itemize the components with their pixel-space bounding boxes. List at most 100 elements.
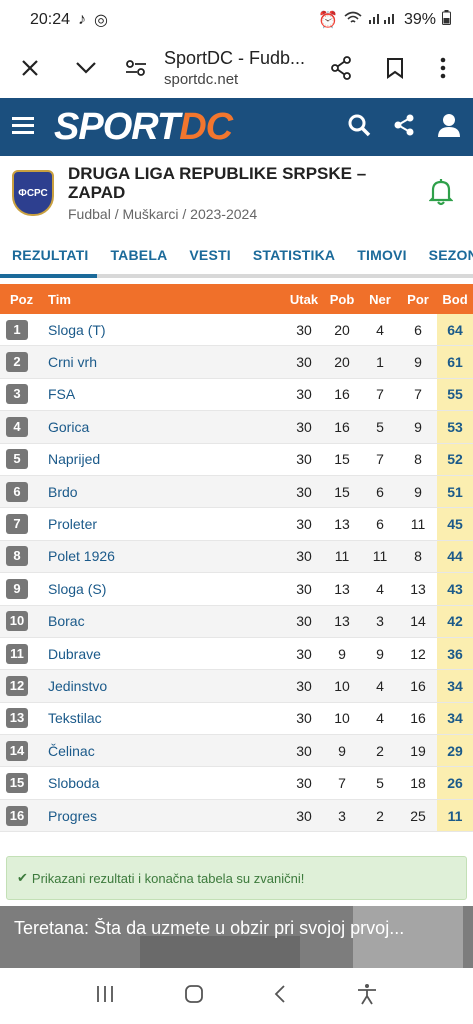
close-icon bbox=[22, 60, 38, 76]
team-name[interactable]: Čelinac bbox=[48, 743, 285, 759]
bookmark-button[interactable] bbox=[375, 48, 415, 88]
back-icon bbox=[274, 984, 285, 1003]
tab-vesti[interactable]: VESTI bbox=[189, 247, 230, 263]
position-cell: 11 bbox=[0, 643, 48, 664]
played-cell: 30 bbox=[296, 321, 312, 338]
team-name[interactable]: Brdo bbox=[48, 484, 285, 500]
table-row[interactable]: 14 Čelinac 30 9 2 19 29 bbox=[0, 735, 473, 768]
standings-table: Poz Tim Utak Pob Ner Por Bod 1 Sloga (T) 3… bbox=[0, 284, 473, 833]
tab-scroll-track bbox=[0, 274, 473, 278]
draws-cell: 9 bbox=[376, 645, 384, 662]
article-title: Teretana: Šta da uzmete u obzir pri svoj… bbox=[14, 918, 405, 939]
table-row[interactable]: 8 Polet 1926 30 11 11 8 44 bbox=[0, 540, 473, 574]
accessibility-icon bbox=[358, 983, 377, 1004]
played-cell: 30 bbox=[296, 742, 312, 759]
position-badge: 10 bbox=[6, 611, 28, 632]
home-button[interactable] bbox=[184, 984, 204, 1009]
points-cell: 55 bbox=[437, 378, 473, 411]
team-name[interactable]: Sloga (S) bbox=[48, 581, 285, 597]
col-poz: Poz bbox=[10, 291, 34, 307]
team-name[interactable]: FSA bbox=[48, 386, 285, 402]
table-row[interactable]: 12 Jedinstvo 30 10 4 16 34 bbox=[0, 670, 473, 703]
position-cell: 13 bbox=[0, 708, 48, 729]
wins-cell: 11 bbox=[334, 548, 350, 565]
team-name[interactable]: Gorica bbox=[48, 419, 285, 435]
losses-cell: 19 bbox=[410, 742, 426, 759]
battery-level: 39% bbox=[403, 11, 436, 28]
team-name[interactable]: Crni vrh bbox=[48, 354, 285, 370]
draws-cell: 6 bbox=[376, 483, 384, 500]
points-cell: 34 bbox=[437, 670, 473, 702]
position-badge: 9 bbox=[6, 578, 28, 599]
table-row[interactable]: 3 FSA 30 16 7 7 55 bbox=[0, 378, 473, 412]
logo-sport-text: SPORT bbox=[54, 105, 180, 148]
page-title-url[interactable]: SportDC - Fudb... sportdc.net bbox=[156, 48, 321, 88]
table-row[interactable]: 7 Proleter 30 13 6 11 45 bbox=[0, 508, 473, 541]
site-settings-button[interactable] bbox=[116, 48, 156, 88]
table-row[interactable]: 15 Sloboda 30 7 5 18 26 bbox=[0, 767, 473, 800]
user-icon bbox=[438, 113, 460, 137]
draws-cell: 11 bbox=[372, 548, 388, 565]
table-row[interactable]: 13 Tekstilac 30 10 4 16 34 bbox=[0, 702, 473, 736]
table-row[interactable]: 10 Borac 30 13 3 14 42 bbox=[0, 605, 473, 638]
close-tab-button[interactable] bbox=[10, 48, 50, 88]
menu-button[interactable] bbox=[12, 116, 34, 139]
table-row[interactable]: 4 Gorica 30 16 5 9 53 bbox=[0, 411, 473, 444]
position-badge: 7 bbox=[6, 514, 28, 535]
tab-rezultati[interactable]: REZULTATI bbox=[12, 247, 88, 263]
accessibility-button[interactable] bbox=[356, 983, 378, 1010]
team-name[interactable]: Borac bbox=[48, 613, 285, 629]
team-name[interactable]: Proleter bbox=[48, 516, 285, 532]
team-name[interactable]: Sloga (T) bbox=[48, 322, 285, 338]
table-row[interactable]: 11 Dubrave 30 9 9 12 36 bbox=[0, 637, 473, 671]
tab-tabela[interactable]: TABELA bbox=[110, 247, 167, 263]
position-cell: 12 bbox=[0, 675, 48, 696]
table-row[interactable]: 9 Sloga (S) 30 13 4 13 43 bbox=[0, 573, 473, 606]
search-button[interactable] bbox=[347, 113, 371, 142]
team-name[interactable]: Tekstilac bbox=[48, 710, 285, 726]
tab-timovi[interactable]: TIMOVI bbox=[357, 247, 406, 263]
points-cell: 44 bbox=[437, 540, 473, 573]
home-icon bbox=[184, 984, 203, 1003]
draws-cell: 6 bbox=[376, 516, 384, 533]
table-row[interactable]: 16 Progres 30 3 2 25 11 bbox=[0, 799, 473, 833]
played-cell: 30 bbox=[296, 677, 312, 694]
check-icon: ✔ bbox=[17, 870, 28, 886]
team-name[interactable]: Polet 1926 bbox=[48, 548, 285, 564]
team-name[interactable]: Jedinstvo bbox=[48, 678, 285, 694]
draws-cell: 4 bbox=[376, 710, 384, 727]
table-row[interactable]: 2 Crni vrh 30 20 1 9 61 bbox=[0, 346, 473, 379]
table-row[interactable]: 5 Naprijed 30 15 7 8 52 bbox=[0, 443, 473, 476]
team-name[interactable]: Dubrave bbox=[48, 646, 285, 662]
wins-cell: 10 bbox=[334, 677, 350, 694]
wins-cell: 16 bbox=[334, 418, 350, 435]
notification-button[interactable] bbox=[421, 178, 461, 206]
wins-cell: 10 bbox=[334, 710, 350, 727]
position-cell: 7 bbox=[0, 514, 48, 535]
losses-cell: 8 bbox=[414, 548, 422, 565]
share-button[interactable] bbox=[321, 48, 361, 88]
tab-statistika[interactable]: STATISTIKA bbox=[253, 247, 335, 263]
tab-sezona[interactable]: SEZONA: bbox=[429, 247, 473, 263]
share-icon bbox=[331, 56, 351, 80]
table-row[interactable]: 1 Sloga (T) 30 20 4 6 64 bbox=[0, 314, 473, 347]
table-row[interactable]: 6 Brdo 30 15 6 9 51 bbox=[0, 475, 473, 509]
account-button[interactable] bbox=[437, 113, 461, 142]
back-button[interactable] bbox=[273, 984, 287, 1009]
recent-apps-button[interactable] bbox=[95, 985, 115, 1008]
losses-cell: 6 bbox=[414, 321, 422, 338]
team-name[interactable]: Naprijed bbox=[48, 451, 285, 467]
position-cell: 14 bbox=[0, 740, 48, 761]
tab-bar: REZULTATI TABELA VESTI STATISTIKA TIMOVI… bbox=[0, 236, 473, 274]
tiktok-icon: ♪ bbox=[78, 11, 87, 28]
site-share-button[interactable] bbox=[393, 114, 415, 141]
points-cell: 43 bbox=[437, 573, 473, 605]
col-por: Por bbox=[407, 291, 429, 307]
collapse-button[interactable] bbox=[66, 48, 106, 88]
team-name[interactable]: Sloboda bbox=[48, 775, 285, 791]
more-options-button[interactable] bbox=[423, 48, 463, 88]
losses-cell: 11 bbox=[410, 516, 426, 533]
more-vert-icon bbox=[440, 57, 446, 79]
site-logo[interactable]: SPORT DC bbox=[54, 106, 347, 149]
team-name[interactable]: Progres bbox=[48, 808, 285, 824]
